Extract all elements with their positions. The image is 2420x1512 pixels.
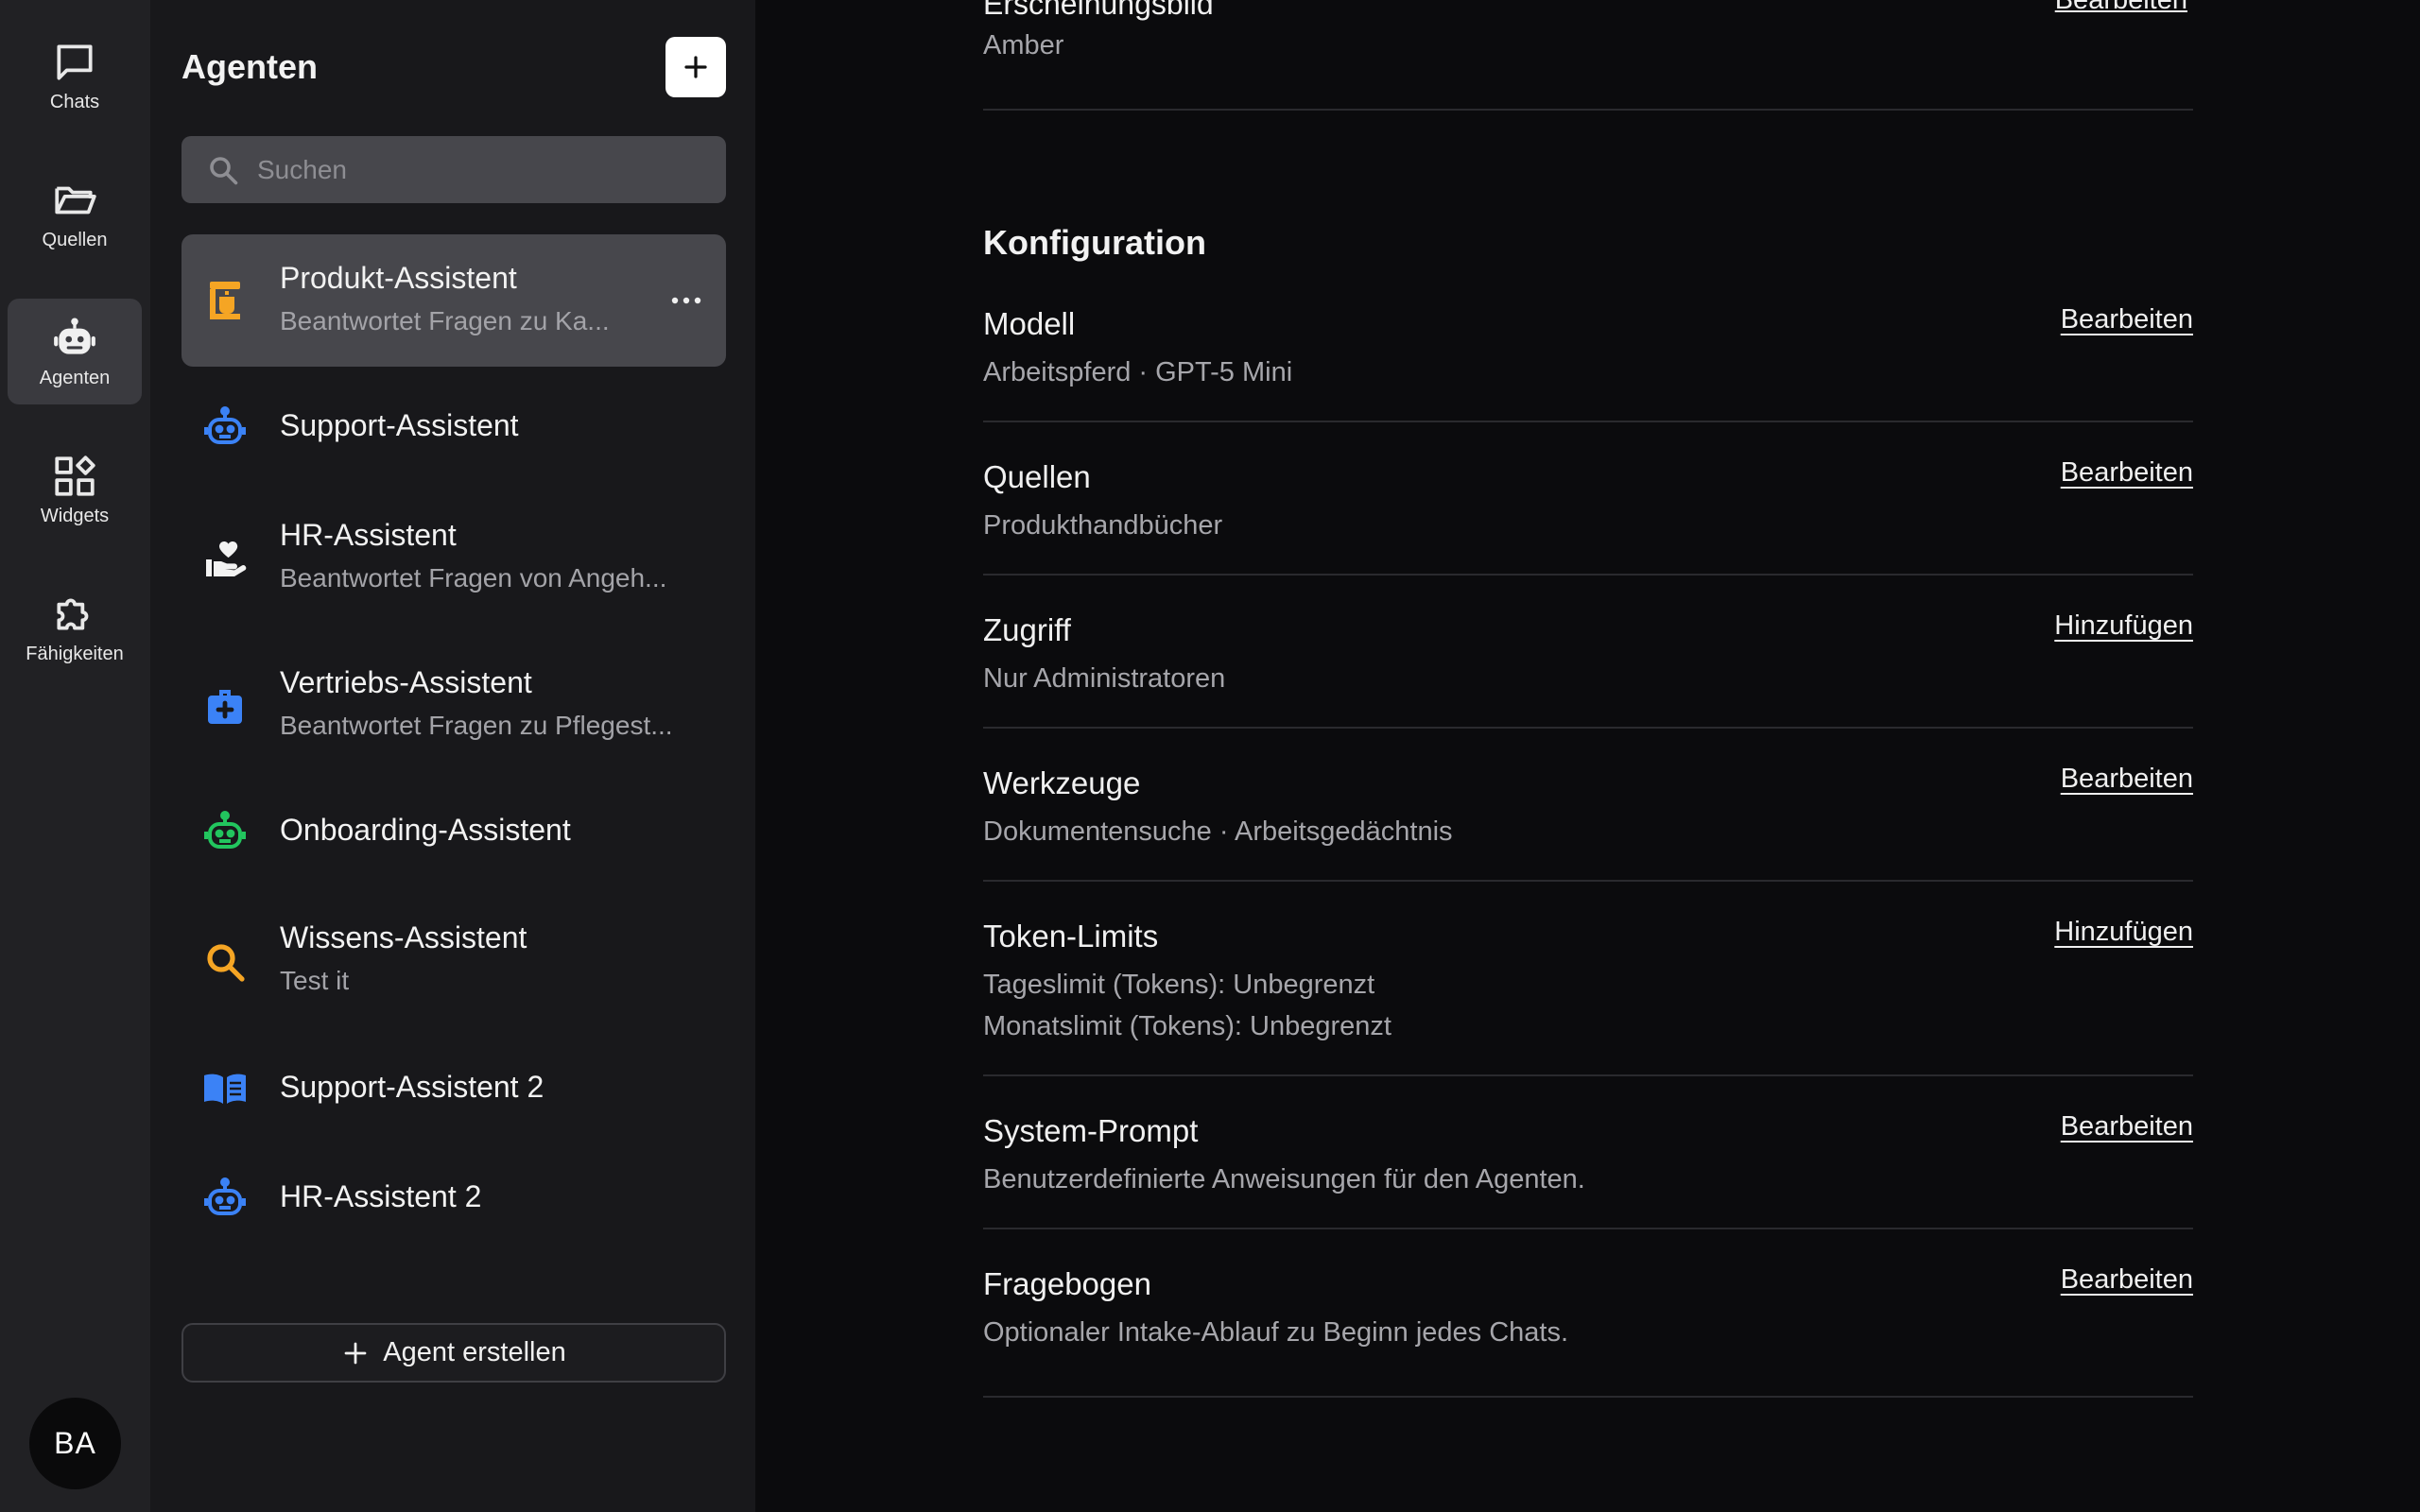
avatar[interactable]: BA <box>29 1398 121 1489</box>
setting-title-fragebogen: Fragebogen <box>983 1266 1151 1301</box>
create-agent-button[interactable]: Agent erstellen <box>182 1323 726 1383</box>
create-agent-label: Agent erstellen <box>383 1337 566 1367</box>
robot-icon <box>204 811 246 849</box>
divider <box>983 574 2193 576</box>
divider <box>983 727 2193 729</box>
add-agent-button[interactable] <box>666 37 726 97</box>
agent-description: Beantwortet Fragen zu Ka... <box>280 306 610 335</box>
divider <box>983 1228 2193 1229</box>
setting-title-quellen: Quellen <box>983 459 1091 494</box>
setting-title-system-prompt: System-Prompt <box>983 1113 1199 1148</box>
medical-bag-icon <box>208 690 242 724</box>
section-title: Konfiguration <box>983 223 1206 262</box>
agent-item-hr-assistent[interactable]: HR-Assistent Beantwortet Fragen von Ange… <box>182 493 726 626</box>
plus-icon <box>344 1342 367 1364</box>
nav-label: Chats <box>49 91 100 112</box>
agents-panel: Agenten Produkt-Assistent Beantwortet Fr… <box>150 0 755 1512</box>
panel-title: Agenten <box>182 47 318 86</box>
setting-link-quellen[interactable]: Bearbeiten <box>2061 457 2193 489</box>
agent-description: Beantwortet Fragen von Angeh... <box>280 563 667 593</box>
agent-item-support-assistent[interactable]: Support-Assistent <box>182 372 726 482</box>
agent-name: Vertriebs-Assistent <box>280 665 532 699</box>
agent-name: Onboarding-Assistent <box>280 813 571 847</box>
nav-label: Quellen <box>42 229 108 250</box>
robot-icon <box>204 406 246 444</box>
search-icon <box>210 156 238 184</box>
appearance-title: Erscheinungsbild <box>983 0 1214 21</box>
agent-name: HR-Assistent 2 <box>280 1179 482 1213</box>
setting-link-modell[interactable]: Bearbeiten <box>2061 304 2193 335</box>
agent-item-vertriebs-assistent[interactable]: Vertriebs-Assistent Beantwortet Fragen z… <box>182 641 726 773</box>
agent-description: Beantwortet Fragen zu Pflegest... <box>280 711 673 740</box>
coffee-machine-icon <box>210 282 240 319</box>
nav-label: Widgets <box>40 505 110 526</box>
nav-item-quellen[interactable]: Quellen <box>8 161 142 266</box>
setting-value-monthly-limit: Monatslimit (Tokens): Unbegrenzt <box>983 1011 1392 1041</box>
setting-link-fragebogen[interactable]: Bearbeiten <box>2061 1264 2193 1296</box>
search-icon <box>207 944 245 982</box>
divider <box>983 109 2193 111</box>
agent-description: Test it <box>280 966 350 995</box>
hand-heart-icon <box>206 541 247 576</box>
search-box[interactable] <box>182 136 726 203</box>
appearance-value: Amber <box>983 30 1064 60</box>
agent-item-produkt-assistent[interactable]: Produkt-Assistent Beantwortet Fragen zu … <box>182 234 726 367</box>
setting-link-zugriff[interactable]: Hinzufügen <box>2054 610 2193 642</box>
robot-icon <box>54 318 95 354</box>
setting-value-modell: Arbeitspferd · GPT-5 Mini <box>983 357 1293 387</box>
divider <box>983 880 2193 882</box>
setting-link-system-prompt[interactable]: Bearbeiten <box>2061 1111 2193 1143</box>
setting-value-fragebogen: Optionaler Intake-Ablauf zu Beginn jedes… <box>983 1317 1569 1348</box>
agent-name: HR-Assistent <box>280 518 457 552</box>
divider <box>983 1074 2193 1076</box>
setting-link-werkzeuge[interactable]: Bearbeiten <box>2061 764 2193 795</box>
puzzle-icon <box>57 598 89 629</box>
more-icon[interactable] <box>667 291 705 310</box>
setting-title-token-limits: Token-Limits <box>983 919 1159 954</box>
agent-name: Produkt-Assistent <box>280 261 517 295</box>
nav-label: Fähigkeiten <box>26 643 124 664</box>
setting-value-system-prompt: Benutzerdefinierte Anweisungen für den A… <box>983 1164 1585 1194</box>
agent-name: Support-Assistent <box>280 408 519 442</box>
agent-item-support-assistent-2[interactable]: Support-Assistent 2 <box>182 1034 726 1143</box>
divider <box>983 1396 2193 1398</box>
setting-value-zugriff: Nur Administratoren <box>983 663 1226 694</box>
nav-label: Agenten <box>39 367 111 388</box>
agent-item-wissens-assistent[interactable]: Wissens-Assistent Test it <box>182 896 726 1028</box>
nav-item-chats[interactable]: Chats <box>8 23 142 129</box>
nav-item-faehigkeiten[interactable]: Fähigkeiten <box>8 575 142 680</box>
setting-value-quellen: Produkthandbücher <box>983 510 1223 541</box>
nav-item-agenten[interactable]: Agenten <box>8 299 142 404</box>
widgets-icon <box>55 455 95 496</box>
nav-rail: Chats Quellen Agenten Widgets Fähigkeite… <box>0 0 150 1512</box>
appearance-edit-link[interactable]: Bearbeiten <box>2055 0 2187 16</box>
search-input[interactable] <box>257 154 711 185</box>
book-icon <box>204 1074 246 1104</box>
agent-item-onboarding-assistent[interactable]: Onboarding-Assistent <box>182 777 726 886</box>
plus-icon <box>684 56 707 78</box>
chat-icon <box>57 43 93 80</box>
setting-title-werkzeuge: Werkzeuge <box>983 765 1141 800</box>
divider <box>983 421 2193 422</box>
setting-value-werkzeuge: Dokumentensuche · Arbeitsgedächtnis <box>983 816 1453 847</box>
agent-item-hr-assistent-2[interactable]: HR-Assistent 2 <box>182 1143 726 1253</box>
setting-value-daily-limit: Tageslimit (Tokens): Unbegrenzt <box>983 970 1375 1000</box>
setting-title-modell: Modell <box>983 306 1076 341</box>
setting-link-token-limits[interactable]: Hinzufügen <box>2054 917 2193 948</box>
agent-name: Wissens-Assistent <box>280 920 527 954</box>
agent-name: Support-Assistent 2 <box>280 1070 544 1104</box>
robot-icon <box>204 1177 246 1215</box>
agent-settings: Erscheinungsbild Bearbeiten Amber Konfig… <box>755 0 2420 1512</box>
setting-title-zugriff: Zugriff <box>983 612 1071 647</box>
nav-item-widgets[interactable]: Widgets <box>8 437 142 542</box>
folder-icon <box>55 186 96 214</box>
